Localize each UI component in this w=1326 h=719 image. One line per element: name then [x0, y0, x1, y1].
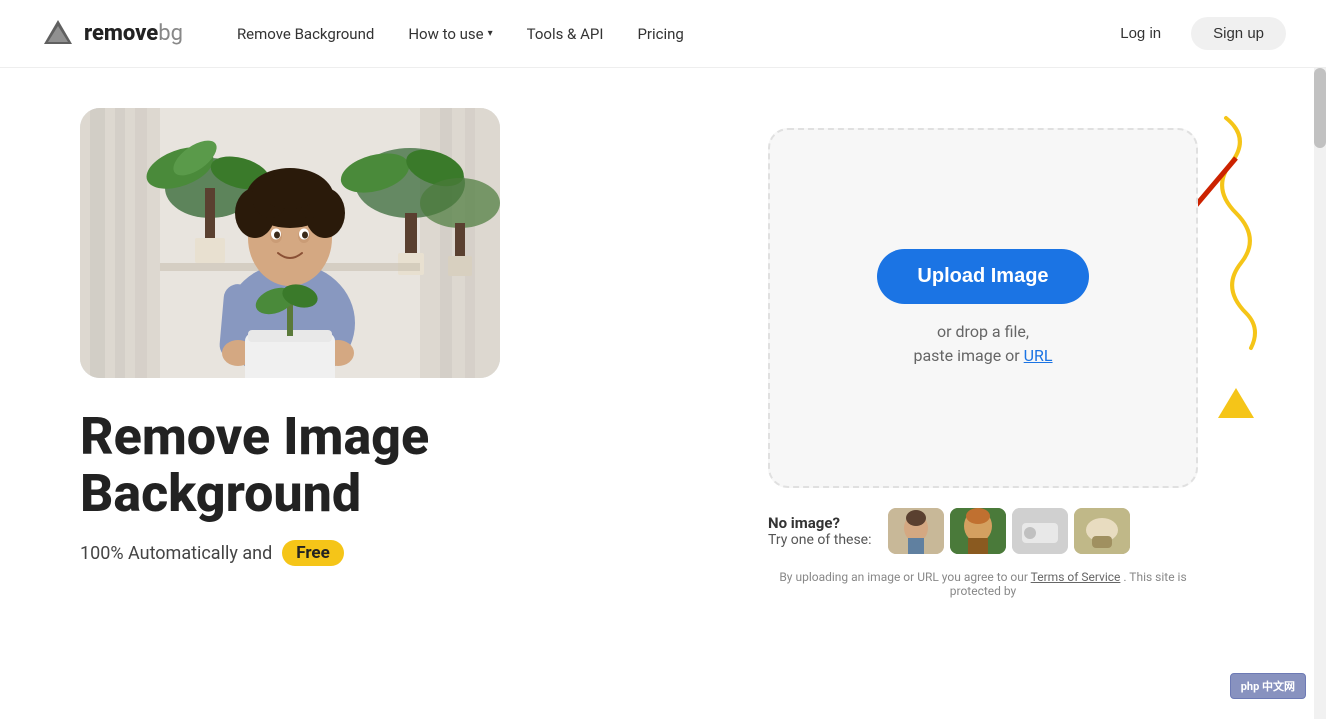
url-link[interactable]: URL	[1024, 346, 1053, 365]
sample-thumb-4[interactable]	[1074, 508, 1130, 554]
sample-thumb-3[interactable]	[1012, 508, 1068, 554]
upload-box[interactable]: Upload Image or drop a file, paste image…	[768, 128, 1198, 488]
sample-text: No image? Try one of these:	[768, 514, 872, 548]
sample-thumb-2[interactable]	[950, 508, 1006, 554]
upload-image-button[interactable]: Upload Image	[877, 249, 1088, 304]
logo[interactable]: removebg	[40, 16, 183, 52]
nav-links: Remove Background How to use ▾ Tools & A…	[223, 17, 1102, 51]
logo-text: removebg	[84, 21, 183, 46]
sample-row: No image? Try one of these:	[768, 508, 1198, 554]
signup-button[interactable]: Sign up	[1191, 17, 1286, 50]
tos-link[interactable]: Terms of Service	[1031, 570, 1121, 584]
hero-image	[80, 108, 500, 378]
scrollbar-track[interactable]	[1314, 0, 1326, 719]
sample-thumbnails	[888, 508, 1130, 554]
navbar: removebg Remove Background How to use ▾ …	[0, 0, 1326, 68]
right-side: Upload Image or drop a file, paste image…	[700, 108, 1266, 598]
main-content: Remove Image Background 100% Automatical…	[0, 68, 1326, 719]
tos-text: By uploading an image or URL you agree t…	[768, 570, 1198, 598]
nav-how-to-use[interactable]: How to use ▾	[394, 17, 506, 51]
hero-subtitle: 100% Automatically and Free	[80, 540, 700, 566]
nav-actions: Log in Sign up	[1102, 17, 1286, 50]
left-side: Remove Image Background 100% Automatical…	[80, 108, 700, 566]
chevron-down-icon: ▾	[488, 28, 493, 39]
scrollbar-thumb[interactable]	[1314, 68, 1326, 148]
drop-area-text: or drop a file, paste image or URL	[913, 320, 1052, 368]
php-badge: php 中文网	[1230, 673, 1306, 699]
login-button[interactable]: Log in	[1102, 17, 1179, 50]
nav-remove-bg[interactable]: Remove Background	[223, 17, 388, 51]
logo-icon	[40, 16, 76, 52]
hero-image-svg	[80, 108, 500, 378]
nav-pricing[interactable]: Pricing	[623, 17, 697, 51]
nav-tools-api[interactable]: Tools & API	[513, 17, 618, 51]
sample-thumb-1[interactable]	[888, 508, 944, 554]
hero-title: Remove Image Background	[80, 408, 700, 522]
free-badge: Free	[282, 540, 344, 566]
